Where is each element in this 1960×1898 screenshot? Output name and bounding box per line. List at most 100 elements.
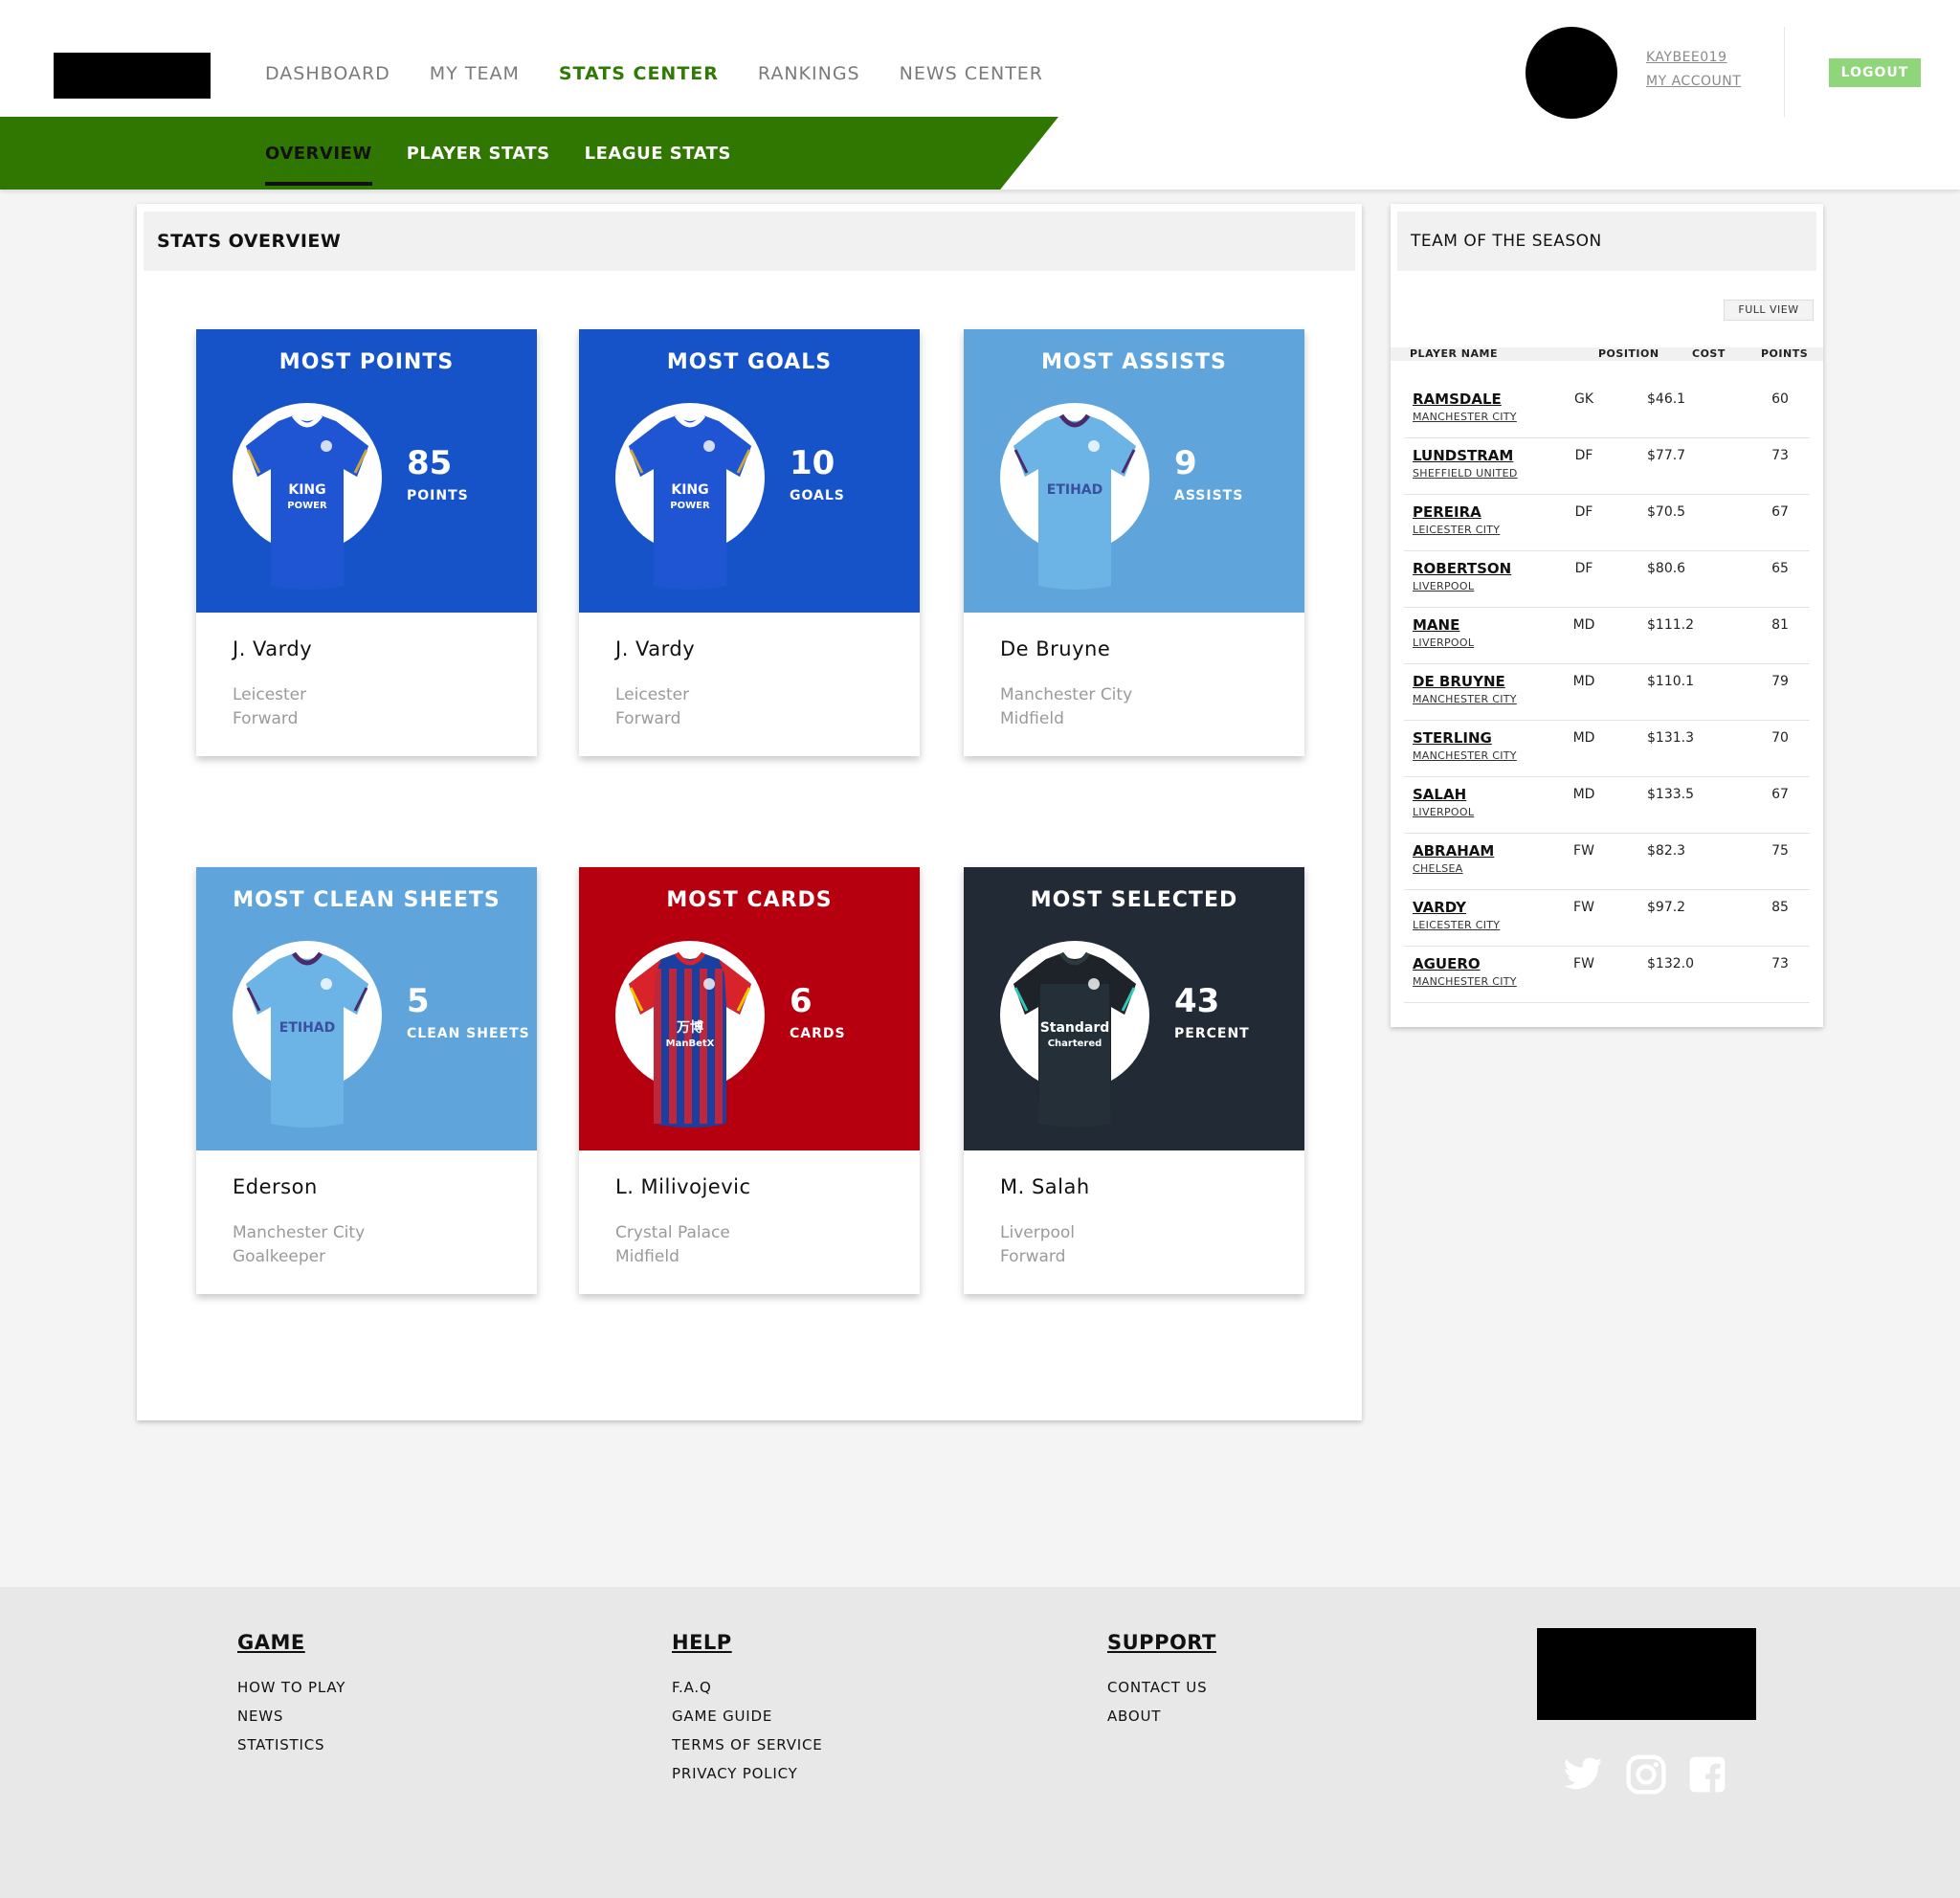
table-row: RAMSDALE MANCHESTER CITY GK $46.1 60: [1404, 381, 1810, 438]
nav-my-team[interactable]: MY TEAM: [430, 63, 520, 84]
sub-nav: OVERVIEW PLAYER STATS LEAGUE STATS: [265, 144, 766, 186]
player-name-link[interactable]: ABRAHAM: [1413, 842, 1494, 860]
player-name-link[interactable]: DE BRUYNE: [1413, 673, 1505, 690]
player-name-link[interactable]: LUNDSTRAM: [1413, 447, 1513, 464]
player-club-link[interactable]: LIVERPOOL: [1413, 580, 1474, 592]
player-club-link[interactable]: MANCHESTER CITY: [1413, 693, 1517, 705]
player-name-link[interactable]: ROBERTSON: [1413, 560, 1511, 577]
nav-dashboard[interactable]: DASHBOARD: [265, 63, 390, 84]
logout-button[interactable]: LOGOUT: [1829, 58, 1921, 87]
stat-card-banner: MOST GOALS KING POWER 10 GOALS: [579, 329, 920, 613]
tab-league-stats[interactable]: LEAGUE STATS: [585, 144, 731, 164]
footer-link-privacy[interactable]: PRIVACY POLICY: [672, 1765, 823, 1782]
player-name-link[interactable]: STERLING: [1413, 729, 1492, 747]
stat-card-player-name: J. Vardy: [233, 637, 313, 660]
stat-card-player-name: M. Salah: [1000, 1175, 1090, 1198]
stat-card-unit: CLEAN SHEETS: [407, 1026, 530, 1041]
instagram-icon[interactable]: [1625, 1753, 1667, 1796]
jersey-sponsor-text: ManBetX: [666, 1038, 715, 1049]
player-points: 73: [1771, 448, 1789, 463]
stat-card-unit: ASSISTS: [1174, 488, 1244, 503]
footer-link-contact[interactable]: CONTACT US: [1107, 1679, 1216, 1696]
player-club-link[interactable]: MANCHESTER CITY: [1413, 749, 1517, 762]
player-club-link[interactable]: LIVERPOOL: [1413, 806, 1474, 818]
jersey-image: ETIHAD: [246, 951, 368, 1128]
footer-heading-support: SUPPORT: [1107, 1631, 1216, 1654]
jersey-image: 万博 ManBetX: [629, 951, 751, 1128]
site-header: DASHBOARD MY TEAM STATS CENTER RANKINGS …: [0, 0, 1960, 190]
username-link[interactable]: KAYBEE019: [1646, 50, 1741, 65]
player-points: 60: [1771, 391, 1789, 407]
player-name-link[interactable]: PEREIRA: [1413, 503, 1481, 521]
stat-card[interactable]: MOST CARDS 万博 ManBetX 6 CARDS L. Milivojevic C…: [579, 867, 920, 1294]
stat-card-unit: CARDS: [790, 1026, 846, 1041]
footer-link-about[interactable]: ABOUT: [1107, 1708, 1216, 1725]
player-club-link[interactable]: MANCHESTER CITY: [1413, 975, 1517, 988]
stat-card[interactable]: MOST CLEAN SHEETS ETIHAD 5 CLEAN SHEETS Eder…: [196, 867, 537, 1294]
col-player-name: PLAYER NAME: [1410, 347, 1498, 360]
player-club-link[interactable]: LIVERPOOL: [1413, 636, 1474, 649]
jersey-image: KING POWER: [246, 413, 368, 590]
tab-player-stats[interactable]: PLAYER STATS: [407, 144, 550, 164]
my-account-link[interactable]: MY ACCOUNT: [1646, 74, 1741, 89]
stat-card-value: 9: [1174, 444, 1197, 482]
player-cost: $77.7: [1647, 448, 1686, 463]
player-club-link[interactable]: LEICESTER CITY: [1413, 919, 1500, 931]
player-cost: $133.5: [1647, 787, 1694, 802]
footer-link-faq[interactable]: F.A.Q: [672, 1679, 823, 1696]
player-points: 67: [1771, 504, 1789, 520]
stat-card[interactable]: MOST GOALS KING POWER 10 GOALS J. Vardy Leices…: [579, 329, 920, 756]
player-name-link[interactable]: AGUERO: [1413, 955, 1481, 972]
stat-card[interactable]: MOST ASSISTS ETIHAD 9 ASSISTS De Bruyne Manch…: [964, 329, 1304, 756]
player-club-link[interactable]: SHEFFIELD UNITED: [1413, 467, 1518, 480]
player-points: 67: [1771, 787, 1789, 802]
player-position: MD: [1572, 730, 1595, 746]
player-cost: $80.6: [1647, 561, 1686, 576]
footer-link-game-guide[interactable]: GAME GUIDE: [672, 1708, 823, 1725]
full-view-button[interactable]: FULL VIEW: [1724, 300, 1814, 321]
player-name-link[interactable]: MANE: [1413, 616, 1459, 634]
footer-col-help: HELP F.A.Q GAME GUIDE TERMS OF SERVICE P…: [672, 1631, 823, 1794]
stat-card-unit: PERCENT: [1174, 1026, 1250, 1041]
stat-card-position: Forward: [233, 709, 299, 728]
table-row: LUNDSTRAM SHEFFIELD UNITED DF $77.7 73: [1404, 437, 1810, 495]
stat-card-value: 85: [407, 444, 453, 482]
jersey-image: Standard Chartered: [1013, 951, 1136, 1128]
player-club-link[interactable]: CHELSEA: [1413, 862, 1463, 875]
table-row: VARDY LEICESTER CITY FW $97.2 85: [1404, 889, 1810, 947]
col-cost: COST: [1692, 347, 1726, 360]
player-name-link[interactable]: SALAH: [1413, 786, 1466, 803]
stat-card-value: 10: [790, 444, 835, 482]
nav-news-center[interactable]: NEWS CENTER: [900, 63, 1043, 84]
avatar[interactable]: [1526, 27, 1617, 119]
footer-link-news[interactable]: NEWS: [237, 1708, 345, 1725]
player-club-link[interactable]: LEICESTER CITY: [1413, 524, 1500, 536]
stat-card[interactable]: MOST SELECTED Standard Chartered 43 PERCENT M…: [964, 867, 1304, 1294]
stats-overview-panel: STATS OVERVIEW MOST POINTS KING POWER 85 POI…: [137, 204, 1362, 1420]
player-name-link[interactable]: RAMSDALE: [1413, 391, 1502, 408]
player-position: DF: [1574, 561, 1593, 576]
player-cost: $46.1: [1647, 391, 1686, 407]
stat-card-title: MOST POINTS: [278, 350, 455, 374]
footer-heading-help: HELP: [672, 1631, 732, 1654]
tab-overview[interactable]: OVERVIEW: [265, 144, 372, 186]
stat-card[interactable]: MOST POINTS KING POWER 85 POINTS J. Vardy Leic…: [196, 329, 537, 756]
footer-link-terms[interactable]: TERMS OF SERVICE: [672, 1736, 823, 1753]
player-position: FW: [1573, 956, 1594, 971]
player-points: 73: [1771, 956, 1789, 971]
facebook-icon[interactable]: [1686, 1753, 1728, 1796]
table-row: AGUERO MANCHESTER CITY FW $132.0 73: [1404, 946, 1810, 1003]
stats-overview-header: STATS OVERVIEW: [144, 212, 1355, 271]
stats-overview-title: STATS OVERVIEW: [157, 231, 342, 252]
stat-card-position: Midfield: [1000, 709, 1064, 728]
footer-logo[interactable]: [1537, 1628, 1756, 1720]
nav-stats-center[interactable]: STATS CENTER: [559, 63, 719, 84]
player-name-link[interactable]: VARDY: [1413, 899, 1466, 916]
table-row: ROBERTSON LIVERPOOL DF $80.6 65: [1404, 550, 1810, 608]
twitter-icon[interactable]: [1562, 1753, 1604, 1796]
site-logo[interactable]: [54, 53, 211, 99]
footer-link-statistics[interactable]: STATISTICS: [237, 1736, 345, 1753]
nav-rankings[interactable]: RANKINGS: [758, 63, 860, 84]
player-club-link[interactable]: MANCHESTER CITY: [1413, 411, 1517, 423]
footer-link-how-to-play[interactable]: HOW TO PLAY: [237, 1679, 345, 1696]
